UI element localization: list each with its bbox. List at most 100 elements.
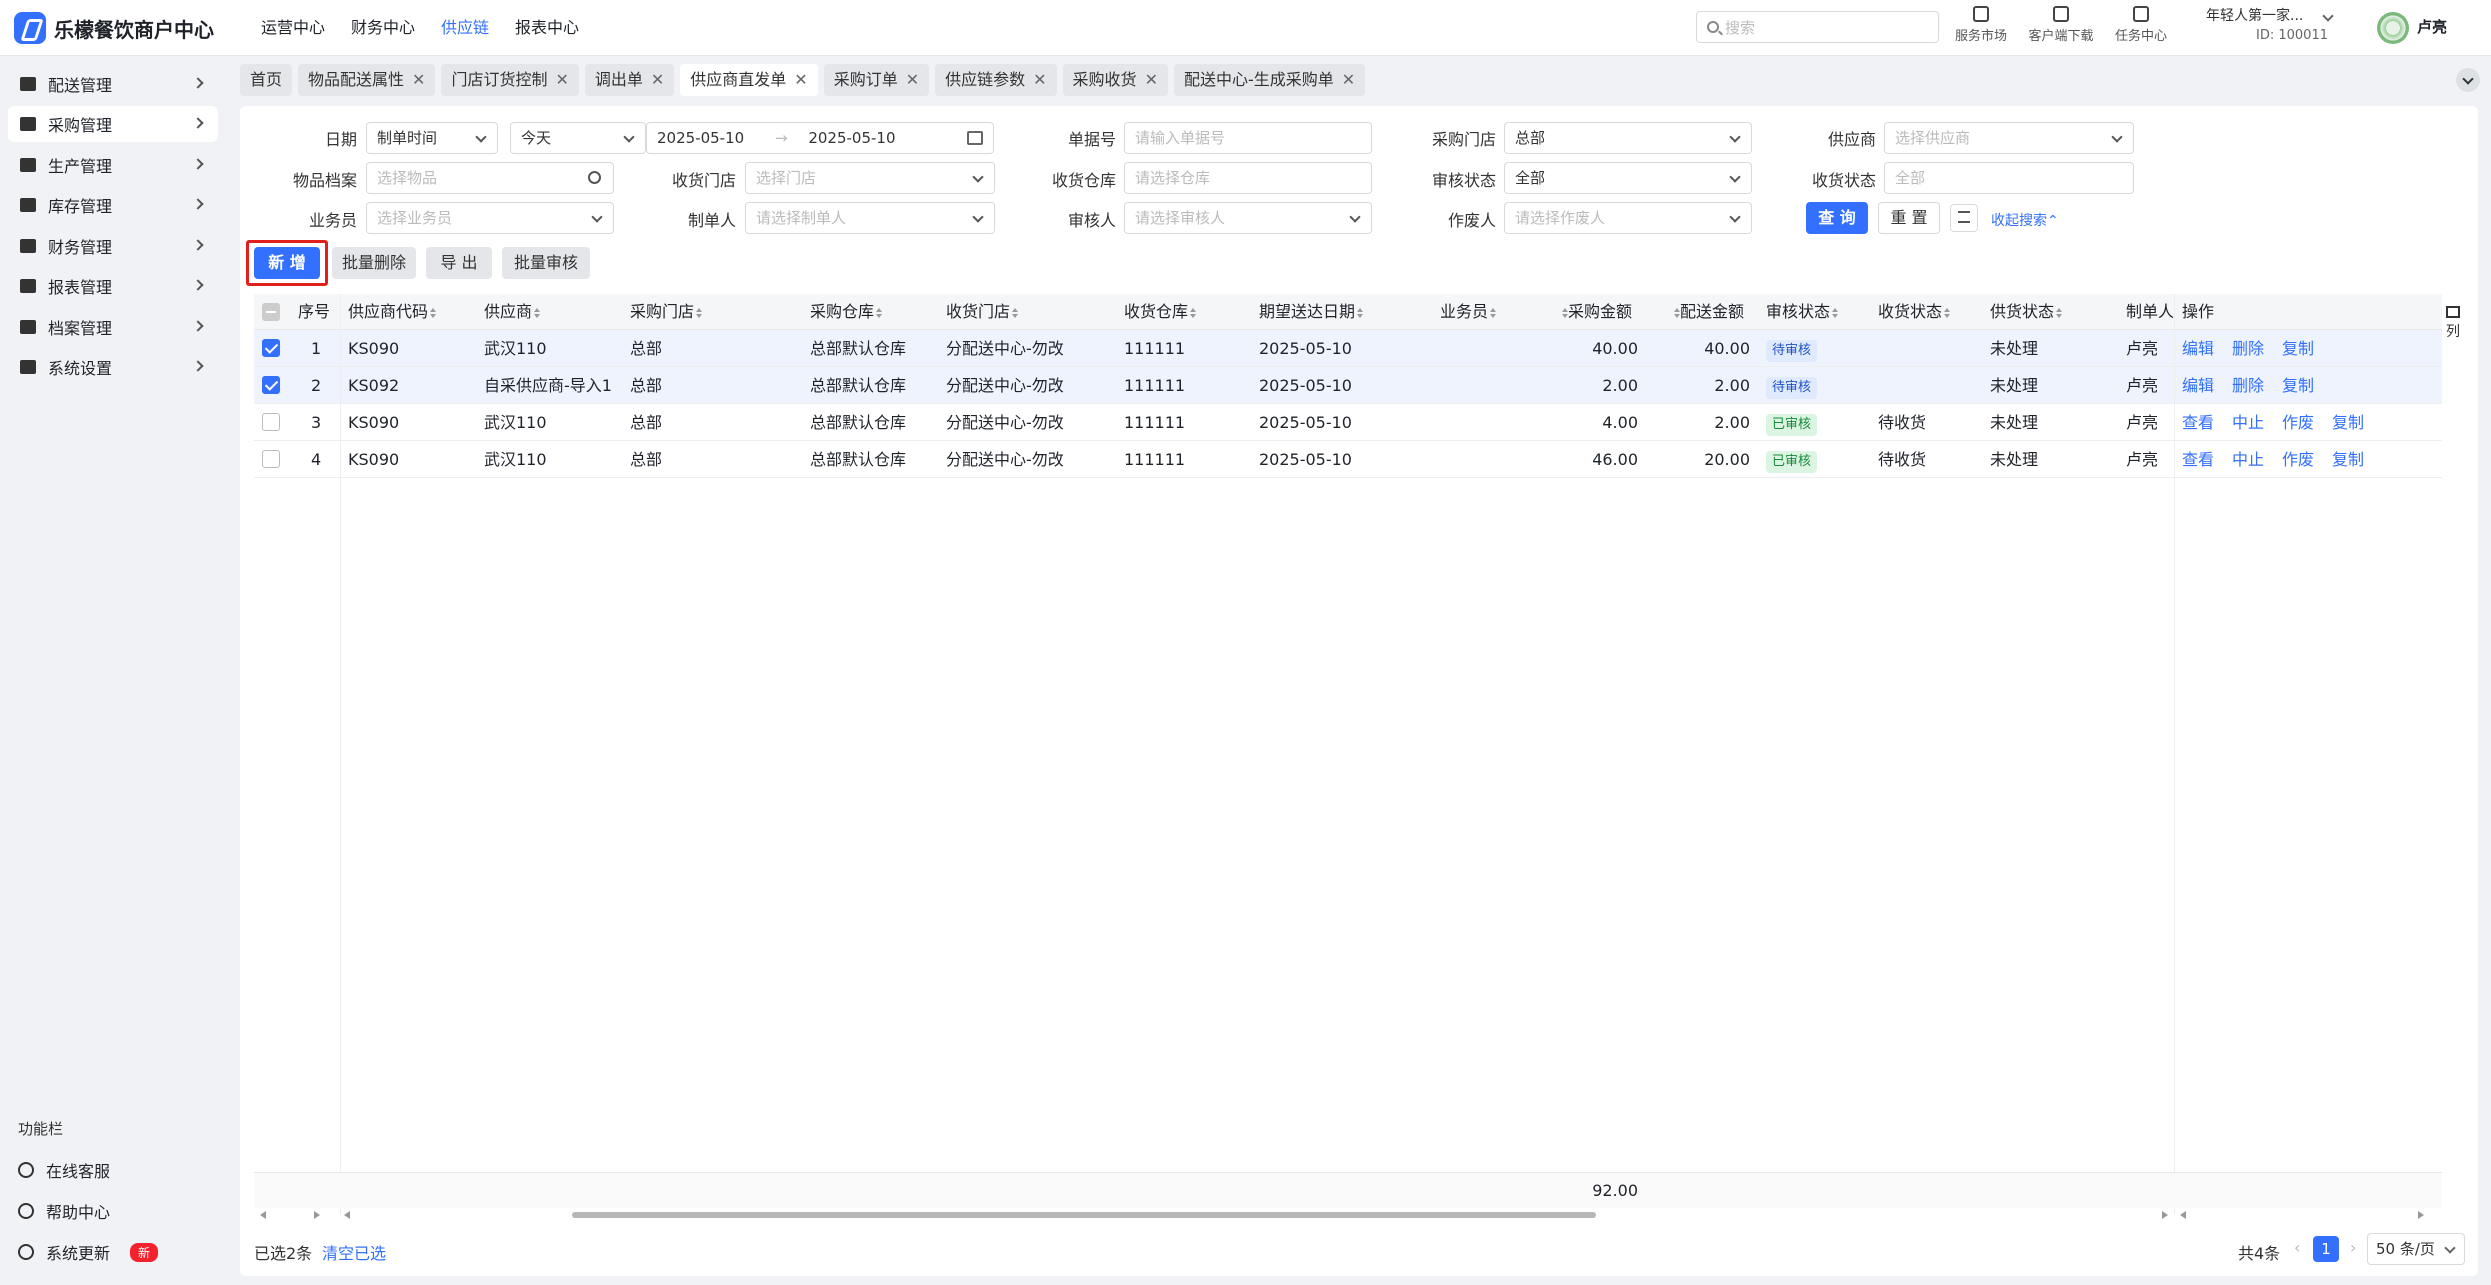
col-supplier-code[interactable]: 供应商代码 [348,294,437,330]
date-from[interactable]: 2025-05-10 [657,129,744,147]
col-dist-amount[interactable]: 配送金额 [1672,294,1744,330]
topnav-reports[interactable]: 报表中心 [502,0,592,56]
void-link[interactable]: 作废 [2282,450,2314,469]
auditor-select[interactable]: 请选择审核人 [1124,202,1372,234]
next-page-icon[interactable]: › [2350,1238,2356,1257]
maker-select[interactable]: 请选择制单人 [745,202,995,234]
client-download-button[interactable]: 客户端下载 [2025,6,2097,44]
close-icon[interactable]: ✕ [651,64,664,96]
reset-button[interactable]: 重 置 [1878,202,1940,234]
close-icon[interactable]: ✕ [794,64,807,96]
sort-icon[interactable] [1562,307,1568,318]
scroll-right-icon[interactable] [2418,1211,2424,1219]
copy-link[interactable]: 复制 [2282,376,2314,395]
global-search-input[interactable]: 搜索 [1696,11,1939,43]
void-link[interactable]: 作废 [2282,413,2314,432]
scroll-left-icon[interactable] [344,1211,350,1219]
sort-icon[interactable] [1832,307,1839,318]
row-checkbox[interactable] [262,339,280,357]
scroll-right-icon[interactable] [2162,1211,2168,1219]
topnav-operations[interactable]: 运营中心 [248,0,338,56]
sidebar-item-purchase[interactable]: 采购管理 [8,106,218,142]
export-button[interactable]: 导 出 [426,247,492,279]
tab-item-delivery-attr[interactable]: 物品配送属性 ✕ [298,64,436,96]
sales-select[interactable]: 选择业务员 [366,202,614,234]
online-support-link[interactable]: 在线客服 [18,1158,110,1182]
sort-icon[interactable] [1012,307,1019,318]
col-buy-store[interactable]: 采购门店 [630,294,703,330]
sort-icon[interactable] [534,307,541,318]
tab-purchase-receipt[interactable]: 采购收货 ✕ [1062,64,1168,96]
table-row[interactable]: 4 KS090 武汉110 总部 总部默认仓库 分配送中心-勿改 111111 … [254,441,2442,478]
edit-link[interactable]: 编辑 [2182,376,2214,395]
tabs-menu-button[interactable] [2456,68,2480,92]
date-type-select[interactable]: 制单时间 [366,122,498,154]
app-logo[interactable]: 乐檬餐饮商户中心 [14,12,214,44]
recv-status-select[interactable]: 全部 [1884,162,2134,194]
batch-audit-button[interactable]: 批量审核 [502,247,590,279]
sidebar-item-production[interactable]: 生产管理 [8,147,218,183]
system-update-link[interactable]: 系统更新新 [18,1240,159,1264]
tab-store-order-control[interactable]: 门店订货控制 ✕ [441,64,579,96]
view-link[interactable]: 查看 [2182,450,2214,469]
recv-store-select[interactable]: 选择门店 [745,162,995,194]
avatar[interactable] [2377,12,2409,44]
close-icon[interactable]: ✕ [906,64,919,96]
close-icon[interactable]: ✕ [1033,64,1046,96]
batch-delete-button[interactable]: 批量删除 [332,247,416,279]
horizontal-scrollbar[interactable] [254,1208,2442,1222]
row-checkbox[interactable] [262,450,280,468]
scroll-right-icon[interactable] [314,1211,320,1219]
close-icon[interactable]: ✕ [1342,64,1355,96]
sidebar-item-delivery[interactable]: 配送管理 [8,66,218,102]
item-select[interactable]: 选择物品 [366,162,614,194]
delete-link[interactable]: 删除 [2232,339,2264,358]
date-to[interactable]: 2025-05-10 [808,129,895,147]
table-row[interactable]: 3 KS090 武汉110 总部 总部默认仓库 分配送中心-勿改 111111 … [254,404,2442,441]
help-center-link[interactable]: 帮助中心 [18,1199,110,1223]
query-button[interactable]: 查 询 [1806,202,1868,234]
copy-link[interactable]: 复制 [2332,450,2364,469]
col-recv-wh[interactable]: 收货仓库 [1124,294,1197,330]
supplier-select[interactable]: 选择供应商 [1884,122,2134,154]
delete-link[interactable]: 删除 [2232,376,2264,395]
page-size-select[interactable]: 50 条/页 [2367,1233,2465,1265]
col-audit-status[interactable]: 审核状态 [1766,294,1839,330]
scroll-left-icon[interactable] [260,1211,266,1219]
sidebar-item-archives[interactable]: 档案管理 [8,309,218,345]
close-icon[interactable]: ✕ [1145,64,1158,96]
tab-supplier-direct[interactable]: 供应商直发单 ✕ [680,64,818,96]
doc-no-input[interactable]: 请输入单据号 [1124,122,1372,154]
sort-icon[interactable] [2056,307,2063,318]
select-all-checkbox[interactable] [262,303,280,321]
sort-icon[interactable] [696,307,703,318]
row-checkbox[interactable] [262,376,280,394]
col-supplier[interactable]: 供应商 [484,294,541,330]
copy-link[interactable]: 复制 [2332,413,2364,432]
tab-dc-generate-po[interactable]: 配送中心-生成采购单 ✕ [1173,64,1366,96]
suspend-link[interactable]: 中止 [2232,413,2264,432]
topnav-finance[interactable]: 财务中心 [338,0,428,56]
recv-wh-select[interactable]: 请选择仓库 [1124,162,1372,194]
user-name[interactable]: 卢亮 [2417,16,2447,37]
copy-link[interactable]: 复制 [2282,339,2314,358]
sort-icon[interactable] [1190,307,1197,318]
sidebar-item-finance[interactable]: 财务管理 [8,228,218,264]
close-icon[interactable]: ✕ [555,64,568,96]
sort-icon[interactable] [876,307,883,318]
task-center-button[interactable]: 任务中心 [2105,6,2177,44]
filter-settings-button[interactable] [1950,204,1978,232]
table-row[interactable]: 1 KS090 武汉110 总部 总部默认仓库 分配送中心-勿改 111111 … [254,330,2442,367]
edit-link[interactable]: 编辑 [2182,339,2214,358]
col-recv-store[interactable]: 收货门店 [946,294,1019,330]
row-checkbox[interactable] [262,413,280,431]
sort-icon[interactable] [1490,307,1497,318]
sort-icon[interactable] [430,307,437,318]
page-1-button[interactable]: 1 [2313,1236,2339,1262]
topnav-supply-chain[interactable]: 供应链 [428,0,502,56]
sidebar-item-inventory[interactable]: 库存管理 [8,187,218,223]
sort-icon[interactable] [1674,307,1680,318]
sidebar-item-reports[interactable]: 报表管理 [8,268,218,304]
tab-purchase-order[interactable]: 采购订单 ✕ [823,64,930,96]
sort-icon[interactable] [1357,307,1364,318]
